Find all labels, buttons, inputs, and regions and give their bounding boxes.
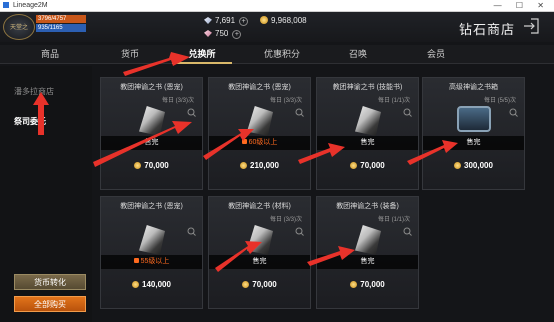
price-value: 300,000 bbox=[464, 161, 493, 170]
sidebar-item-pandora-shop[interactable]: 潘多拉商店 bbox=[14, 86, 54, 97]
price: 70,000 bbox=[209, 280, 310, 289]
zoom-icon[interactable] bbox=[509, 108, 518, 117]
purchase-limit: 每日 (3/3)次 bbox=[269, 98, 302, 104]
book-item-image bbox=[139, 225, 165, 255]
add-diamond-button[interactable]: + bbox=[239, 17, 249, 26]
price: 140,000 bbox=[101, 280, 202, 289]
book-item-image bbox=[355, 225, 381, 255]
book-item-image bbox=[247, 225, 273, 255]
gold-coin-icon bbox=[132, 281, 140, 288]
currency-convert-button[interactable]: 货币转化 bbox=[14, 274, 86, 290]
item-name: 教团神谕之书 (恩宠) bbox=[228, 84, 291, 91]
purchase-limit: 每日 (3/3)次 bbox=[269, 217, 302, 223]
red-diamond-amount: 750 bbox=[215, 29, 229, 38]
status-text: 60级以上 bbox=[248, 139, 278, 146]
item-name: 教团神谕之书 (恩宠) bbox=[120, 203, 183, 210]
status-badge: 售完 bbox=[317, 255, 418, 269]
item-name: 教团神谕之书 (材料) bbox=[228, 203, 291, 210]
price-value: 210,000 bbox=[250, 161, 279, 170]
active-tab-indicator bbox=[172, 62, 232, 64]
tab-bar: 商品 货币 兑换所 优惠积分 召唤 会员 bbox=[0, 45, 554, 64]
gold-coin-icon bbox=[454, 162, 462, 169]
purchase-limit: 每日 (1/1)次 bbox=[377, 98, 410, 104]
gold-coin-icon bbox=[350, 162, 358, 169]
zoom-icon[interactable] bbox=[187, 227, 196, 236]
page-title: 钻石商店 bbox=[459, 22, 516, 37]
lock-icon bbox=[241, 139, 247, 144]
gold-coin-icon bbox=[260, 16, 268, 24]
price: 70,000 bbox=[317, 280, 418, 289]
status-badge: 售完 bbox=[317, 136, 418, 150]
price: 210,000 bbox=[209, 161, 310, 170]
diamond-currency: 7,691 + bbox=[204, 16, 249, 26]
hp-bar: 3796/4757 bbox=[36, 15, 86, 23]
window-controls[interactable]: — ☐ ✕ bbox=[494, 0, 550, 12]
item-name: 教团神谕之书 (恩宠) bbox=[120, 84, 183, 91]
price-value: 140,000 bbox=[142, 280, 171, 289]
sidebar-item-priest-commission[interactable]: 祭司委托 bbox=[14, 116, 46, 127]
tab-summon[interactable]: 召唤 bbox=[330, 45, 386, 64]
status-badge: 售完 bbox=[209, 255, 310, 269]
shop-card[interactable]: 教团神谕之书 (恩宠) 每日 (3/3)次 60级以上 210,000 bbox=[208, 77, 311, 190]
status-text: 55级以上 bbox=[140, 258, 170, 265]
avatar[interactable]: 天堂之 bbox=[3, 14, 35, 40]
price-value: 70,000 bbox=[360, 280, 385, 289]
app-icon bbox=[3, 2, 9, 8]
purchase-limit: 每日 (5/5)次 bbox=[483, 98, 516, 104]
gold-coin-icon bbox=[134, 162, 142, 169]
level-lock-badge: 55级以上 bbox=[101, 255, 202, 269]
purchase-limit: 每日 (3/3)次 bbox=[161, 98, 194, 104]
chest-item-image bbox=[457, 106, 491, 132]
shop-card[interactable]: 高级神谕之书箱 每日 (5/5)次 售完 300,000 bbox=[422, 77, 525, 190]
item-name: 高级神谕之书箱 bbox=[449, 84, 498, 91]
status-badge: 售完 bbox=[101, 136, 202, 150]
shop-card[interactable]: 教团神谕之书 (材料) 每日 (3/3)次 售完 70,000 bbox=[208, 196, 311, 309]
item-name: 教团神谕之书 (技能书) bbox=[332, 84, 403, 91]
buy-all-button[interactable]: 全部购买 bbox=[14, 296, 86, 312]
status-badge: 售完 bbox=[423, 136, 524, 150]
price-value: 70,000 bbox=[252, 280, 277, 289]
price: 300,000 bbox=[423, 161, 524, 170]
zoom-icon[interactable] bbox=[403, 108, 412, 117]
gold-coin-icon bbox=[350, 281, 358, 288]
zoom-icon[interactable] bbox=[295, 227, 304, 236]
book-item-image bbox=[247, 106, 273, 136]
mp-bar: 935/1165 bbox=[36, 24, 86, 32]
shop-card[interactable]: 教团神谕之书 (恩宠) 55级以上 140,000 bbox=[100, 196, 203, 309]
item-name: 教团神谕之书 (装备) bbox=[336, 203, 399, 210]
level-lock-badge: 60级以上 bbox=[209, 136, 310, 150]
red-diamond-icon bbox=[204, 30, 212, 37]
tab-points[interactable]: 优惠积分 bbox=[250, 45, 314, 64]
diamond-amount: 7,691 bbox=[215, 16, 236, 25]
gold-coin-icon bbox=[240, 162, 248, 169]
lock-icon bbox=[133, 258, 139, 263]
book-item-image bbox=[139, 106, 165, 136]
gold-amount: 9,968,008 bbox=[271, 16, 307, 25]
exit-icon[interactable] bbox=[522, 17, 540, 35]
diamond-icon bbox=[204, 17, 212, 24]
zoom-icon[interactable] bbox=[295, 108, 304, 117]
shop-card[interactable]: 教团神谕之书 (装备) 每日 (1/1)次 售完 70,000 bbox=[316, 196, 419, 309]
gold-currency: 9,968,008 bbox=[260, 16, 307, 25]
window-title: Lineage2M bbox=[12, 2, 48, 9]
price-value: 70,000 bbox=[360, 161, 385, 170]
gold-coin-icon bbox=[242, 281, 250, 288]
add-red-diamond-button[interactable]: + bbox=[232, 30, 242, 39]
shop-card[interactable]: 教团神谕之书 (恩宠) 每日 (3/3)次 售完 70,000 bbox=[100, 77, 203, 190]
tab-currency[interactable]: 货币 bbox=[100, 45, 160, 64]
purchase-limit: 每日 (1/1)次 bbox=[377, 217, 410, 223]
price: 70,000 bbox=[317, 161, 418, 170]
zoom-icon[interactable] bbox=[187, 108, 196, 117]
tab-membership[interactable]: 会员 bbox=[406, 45, 466, 64]
price-value: 70,000 bbox=[144, 161, 169, 170]
tab-products[interactable]: 商品 bbox=[20, 45, 80, 64]
red-diamond-currency: 750 + bbox=[204, 29, 242, 39]
price: 70,000 bbox=[101, 161, 202, 170]
shop-card[interactable]: 教团神谕之书 (技能书) 每日 (1/1)次 售完 70,000 bbox=[316, 77, 419, 190]
book-item-image bbox=[355, 106, 381, 136]
window-titlebar: Lineage2M — ☐ ✕ bbox=[0, 0, 554, 12]
zoom-icon[interactable] bbox=[403, 227, 412, 236]
